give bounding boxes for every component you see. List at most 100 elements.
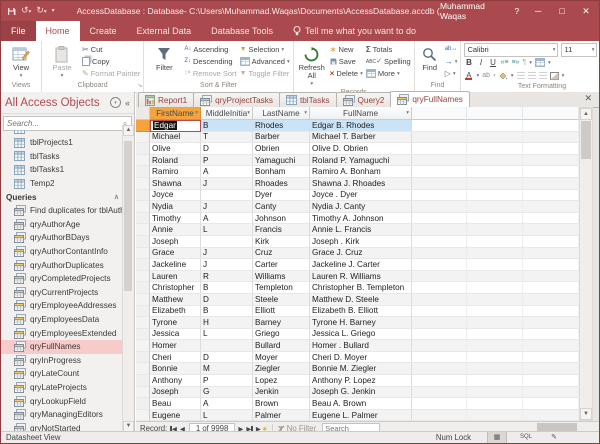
- cell[interactable]: Timothy: [150, 213, 201, 225]
- save-record-button[interactable]: Save: [330, 56, 363, 67]
- nav-scroll-up-icon[interactable]: ▲: [123, 125, 134, 136]
- cell[interactable]: Christopher: [150, 282, 201, 294]
- nav-item-tbltasks1[interactable]: tblTasks1: [1, 163, 123, 177]
- cell[interactable]: Dyer: [253, 190, 310, 202]
- cell[interactable]: Anthony: [150, 375, 201, 387]
- object-tab-qryprojecttasks[interactable]: qryProjectTasks: [193, 92, 280, 107]
- cell[interactable]: Ramiro: [150, 166, 201, 178]
- more-button[interactable]: More▾: [366, 68, 411, 79]
- cell[interactable]: Jackeline: [150, 259, 201, 271]
- nav-item-tblprojects1[interactable]: tblProjects1: [1, 136, 123, 150]
- cell[interactable]: Moyer: [253, 352, 310, 364]
- cell[interactable]: Bonnie: [150, 363, 201, 375]
- close-button[interactable]: ✕: [581, 6, 591, 17]
- nav-item-qrylateprojects[interactable]: qryLateProjects: [1, 381, 123, 395]
- nav-item-find-duplicates-for-tblauthors[interactable]: Find duplicates for tblAuthors: [1, 204, 123, 218]
- nav-scroll-thumb[interactable]: [124, 141, 132, 291]
- cell[interactable]: Eugene: [150, 410, 201, 421]
- ascending-button[interactable]: A↓Ascending: [184, 44, 236, 55]
- cell[interactable]: Joseph . Kirk: [310, 236, 412, 248]
- nav-scrollbar[interactable]: ▲ ▼: [122, 125, 134, 432]
- cell[interactable]: Tyrone H. Barney: [310, 317, 412, 329]
- align-center-icon[interactable]: [528, 72, 536, 79]
- cell[interactable]: Nydia: [150, 201, 201, 213]
- clipboard-dialog-launcher-icon[interactable]: ↘: [137, 81, 142, 91]
- cell[interactable]: Grace J. Cruz: [310, 248, 412, 260]
- cell[interactable]: B: [201, 282, 253, 294]
- cell[interactable]: [201, 340, 253, 352]
- cell[interactable]: Matthew: [150, 294, 201, 306]
- background-color-icon[interactable]: [499, 72, 508, 80]
- record-selector[interactable]: [136, 178, 150, 190]
- record-selector[interactable]: [136, 410, 150, 421]
- record-selector[interactable]: [136, 375, 150, 387]
- cell[interactable]: Roland: [150, 155, 201, 167]
- record-selector[interactable]: [136, 340, 150, 352]
- record-selector[interactable]: [136, 120, 150, 132]
- cell[interactable]: H: [201, 317, 253, 329]
- redo-icon[interactable]: ↻▾: [36, 5, 46, 17]
- record-selector[interactable]: [136, 294, 150, 306]
- cell[interactable]: Cheri: [150, 352, 201, 364]
- cell[interactable]: D: [201, 143, 253, 155]
- font-color-button[interactable]: A: [464, 71, 473, 80]
- nav-item-qrylatecount[interactable]: qryLateCount: [1, 367, 123, 381]
- column-dropdown-icon[interactable]: ▾: [406, 110, 409, 116]
- cell[interactable]: Elizabeth: [150, 306, 201, 318]
- cell[interactable]: Griego: [253, 329, 310, 341]
- scroll-up-icon[interactable]: ▲: [580, 108, 592, 120]
- cell[interactable]: Jessica: [150, 329, 201, 341]
- help-icon[interactable]: ?: [515, 6, 520, 16]
- cell[interactable]: Barney: [253, 317, 310, 329]
- italic-button[interactable]: I: [476, 58, 485, 67]
- cell[interactable]: Jackeline J. Carter: [310, 259, 412, 271]
- cell[interactable]: Joyce: [150, 190, 201, 202]
- record-selector[interactable]: [136, 213, 150, 225]
- cell[interactable]: Ramiro A. Bonham: [310, 166, 412, 178]
- select-button[interactable]: ▷▾: [445, 68, 458, 79]
- refresh-all-button[interactable]: Refresh All▾: [297, 43, 327, 88]
- cell[interactable]: Beau: [150, 398, 201, 410]
- nav-menu-icon[interactable]: ▾: [110, 97, 121, 108]
- record-selector[interactable]: [136, 143, 150, 155]
- tab-file[interactable]: File: [1, 21, 36, 41]
- bold-button[interactable]: B: [464, 58, 473, 67]
- cell[interactable]: Matthew D. Steele: [310, 294, 412, 306]
- record-selector[interactable]: [136, 363, 150, 375]
- copy-button[interactable]: Copy: [82, 56, 140, 67]
- cell[interactable]: M: [201, 363, 253, 375]
- cell[interactable]: Roland P. Yamaguchi: [310, 155, 412, 167]
- record-selector[interactable]: [136, 352, 150, 364]
- close-object-icon[interactable]: ✕: [584, 93, 592, 104]
- cell[interactable]: Michael: [150, 132, 201, 144]
- cell[interactable]: [201, 236, 253, 248]
- cell[interactable]: Bullard: [253, 340, 310, 352]
- find-button[interactable]: Find: [418, 43, 442, 72]
- align-right-icon[interactable]: [539, 72, 547, 79]
- cell[interactable]: Williams: [253, 271, 310, 283]
- cell[interactable]: G: [201, 387, 253, 399]
- gridlines-icon[interactable]: [535, 58, 545, 67]
- cell[interactable]: Rhoades: [253, 178, 310, 190]
- cell[interactable]: Shawna: [150, 178, 201, 190]
- cell[interactable]: Lauren R. Williams: [310, 271, 412, 283]
- cell[interactable]: J: [201, 248, 253, 260]
- cell[interactable]: T: [201, 132, 253, 144]
- filter-button[interactable]: Filter: [147, 43, 181, 72]
- group-collapse-icon[interactable]: ∧: [114, 193, 119, 201]
- decrease-indent-icon[interactable]: «≡: [500, 58, 508, 67]
- cell[interactable]: Grace: [150, 248, 201, 260]
- cell[interactable]: Eugene L. Palmer: [310, 410, 412, 421]
- cell[interactable]: J: [201, 178, 253, 190]
- nav-item-qryauthorbdays[interactable]: qryAuthorBDays: [1, 231, 123, 245]
- highlight-color-icon[interactable]: ab: [482, 71, 490, 80]
- cell[interactable]: P: [201, 155, 253, 167]
- toggle-filter-button[interactable]: ▼Toggle Filter: [240, 68, 290, 79]
- scroll-down-icon[interactable]: ▼: [580, 408, 592, 420]
- cell[interactable]: Shawna J. Rhoades: [310, 178, 412, 190]
- tab-home[interactable]: Home: [36, 21, 80, 41]
- cell[interactable]: Ziegler: [253, 363, 310, 375]
- tab-database-tools[interactable]: Database Tools: [201, 21, 283, 41]
- record-selector[interactable]: [136, 166, 150, 178]
- remove-sort-button[interactable]: ↕×Remove Sort: [184, 68, 236, 79]
